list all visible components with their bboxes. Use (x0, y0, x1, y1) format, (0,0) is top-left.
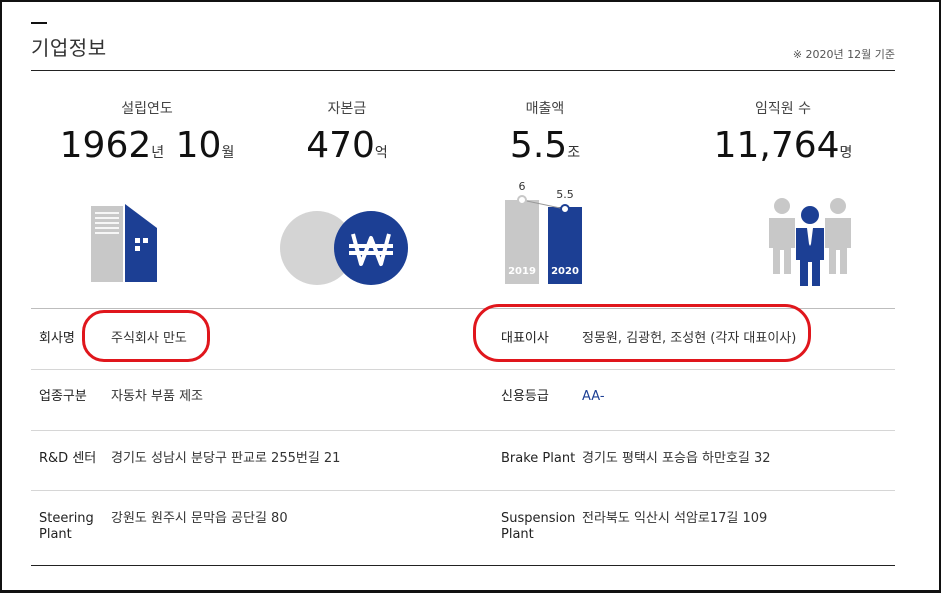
industry-label: 업종구분 (39, 389, 87, 404)
won-coin-icon (280, 211, 408, 285)
rnd-center-value: 경기도 성남시 분당구 판교로 255번길 21 (111, 451, 341, 466)
revenue-value-label: 6 (519, 180, 526, 193)
annotation-circle-company-name (82, 310, 210, 362)
revenue-bar-icon: 6 5.5 2019 2020 (505, 180, 582, 284)
page-title: 기업정보 (31, 36, 107, 60)
basis-date-note: ※ 2020년 12월 기준 (792, 48, 895, 61)
suspension-plant-label: Suspension Plant (501, 511, 575, 543)
brake-plant-value: 경기도 평택시 포승읍 하만호길 32 (582, 451, 771, 466)
building-icon (91, 204, 157, 282)
annotation-circle-ceo (473, 304, 811, 362)
brake-plant-label: Brake Plant (501, 451, 576, 466)
stat-unit: 억 (374, 145, 388, 161)
stat-value: 470억 (239, 124, 455, 175)
stat-number: 11,764 (713, 125, 840, 166)
stat-number: 470 (306, 125, 375, 166)
revenue-year-label: 2020 (551, 266, 579, 277)
steering-plant-label: Steering Plant (39, 511, 94, 543)
steering-plant-label-line: Steering (39, 511, 94, 526)
stat-value: 11,764명 (675, 124, 891, 175)
stat-number: 10 (164, 125, 222, 166)
suspension-plant-label-line: Plant (501, 527, 534, 542)
industry-value: 자동차 부품 제조 (111, 389, 203, 404)
info-row-4: Steering Plant 강원도 원주시 문막읍 공단길 80 Suspen… (31, 491, 895, 565)
credit-rating-label: 신용등급 (501, 389, 549, 404)
stat-unit: 월 (221, 145, 235, 161)
bottom-divider (31, 565, 895, 566)
stat-label: 임직원 수 (755, 101, 811, 117)
revenue-value-label: 5.5 (556, 188, 574, 201)
company-name-label: 회사명 (39, 331, 75, 346)
stat-label: 매출액 (525, 101, 565, 117)
steering-plant-value: 강원도 원주시 문막읍 공단길 80 (111, 511, 288, 526)
top-divider (31, 70, 895, 71)
suspension-plant-label-line: Suspension (501, 511, 576, 526)
people-icon (769, 198, 851, 286)
info-row-3: R&D 센터 경기도 성남시 분당구 판교로 255번길 21 Brake Pl… (31, 431, 895, 491)
stat-label: 자본금 (327, 101, 367, 117)
suspension-plant-value: 전라북도 익산시 석암로17길 109 (582, 511, 768, 526)
stat-founded: 설립연도 1962년 10월 (39, 98, 255, 175)
rnd-center-label: R&D 센터 (39, 451, 97, 466)
stat-label: 설립연도 (121, 101, 173, 117)
stat-value: 1962년 10월 (39, 124, 255, 175)
stat-number: 5.5 (509, 125, 568, 166)
stat-unit: 조 (567, 145, 581, 161)
stat-value: 5.5조 (437, 124, 653, 175)
credit-rating-value: AA- (582, 389, 605, 404)
stat-revenue: 매출액 5.5조 (437, 98, 653, 175)
stat-number: 1962 (59, 125, 152, 166)
stat-unit: 년 (151, 145, 165, 161)
company-info-section: 기업정보 ※ 2020년 12월 기준 설립연도 1962년 10월 자본금 4… (31, 0, 895, 592)
steering-plant-label-line: Plant (39, 527, 72, 542)
stat-unit: 명 (839, 145, 853, 161)
info-row-2: 업종구분 자동차 부품 제조 신용등급 AA- (31, 369, 895, 431)
title-accent-bar (31, 22, 47, 24)
stat-capital: 자본금 470억 (239, 98, 455, 175)
stat-employees: 임직원 수 11,764명 (675, 98, 891, 175)
revenue-year-label: 2019 (508, 266, 536, 277)
